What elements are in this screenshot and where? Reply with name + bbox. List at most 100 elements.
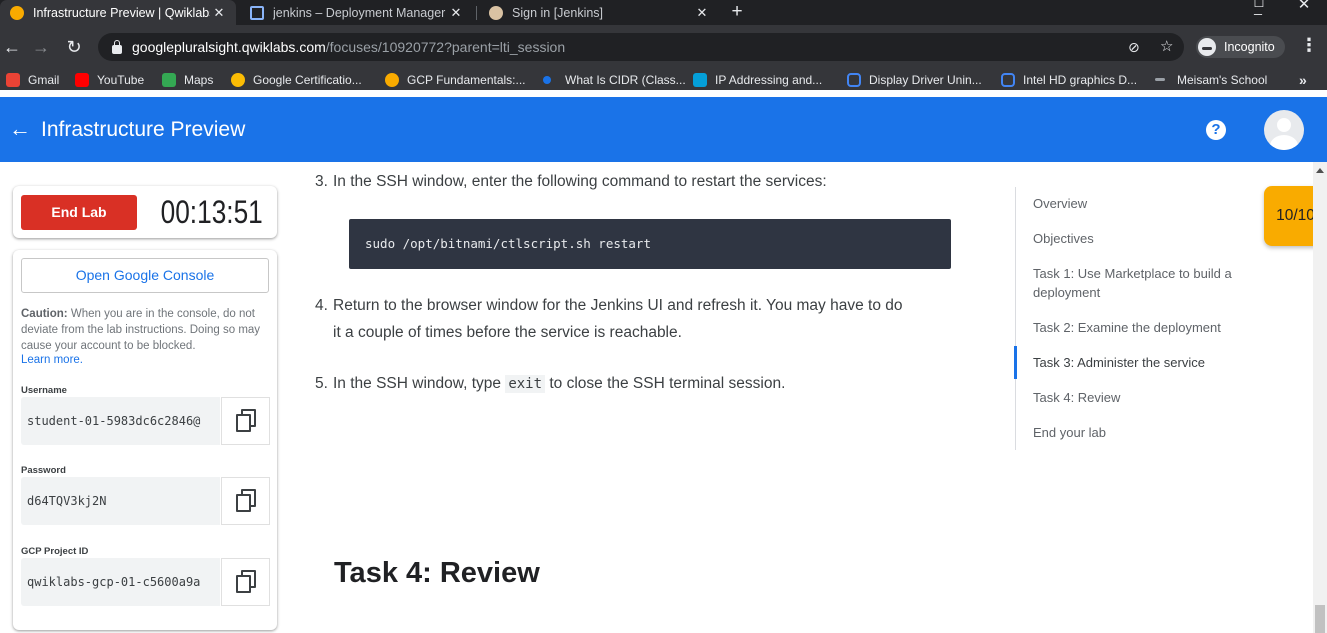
- eye-slash-icon[interactable]: ⊘: [1128, 39, 1140, 55]
- bookmark-label: GCP Fundamentals:...: [407, 72, 526, 87]
- toc-rail: [1015, 187, 1016, 450]
- bookmark-label: What Is CIDR (Class...: [565, 72, 686, 87]
- copy-username-button[interactable]: [221, 397, 270, 445]
- help-icon[interactable]: ?: [1206, 120, 1226, 140]
- address-bar[interactable]: googlepluralsight.qwiklabs.com /focuses/…: [98, 33, 1184, 61]
- toc-item-overview[interactable]: Overview: [1033, 194, 1253, 213]
- password-label: Password: [21, 465, 66, 476]
- toc-item-task-3[interactable]: Task 3: Administer the service: [1033, 353, 1253, 372]
- step-4: 4. Return to the browser window for the J…: [315, 292, 903, 346]
- bookmark-label: Google Certificatio...: [253, 72, 362, 87]
- back-arrow-icon[interactable]: ←: [9, 117, 31, 141]
- caution-text: Caution: When you are in the console, do…: [21, 306, 271, 354]
- lab-timer: 00:13:51: [160, 194, 263, 230]
- learn-more-link[interactable]: Learn more.: [21, 354, 83, 366]
- password-field[interactable]: d64TQV3kj2N: [21, 477, 220, 525]
- school-icon: [1155, 78, 1165, 81]
- tab-deployment-manager[interactable]: jenkins – Deployment Manager - ✕: [240, 0, 473, 25]
- more-bookmarks-icon[interactable]: »: [1299, 69, 1307, 90]
- toc-item-task-2[interactable]: Task 2: Examine the deployment: [1033, 318, 1253, 337]
- bookmark-meisams-school[interactable]: Meisam's School: [1155, 69, 1267, 90]
- open-console-button[interactable]: Open Google Console: [21, 258, 269, 293]
- step-number: 3.: [315, 173, 328, 190]
- cisco-icon: [693, 72, 707, 87]
- tab-qwiklabs[interactable]: Infrastructure Preview | Qwiklabs ✕: [0, 0, 236, 25]
- lock-icon: [112, 39, 122, 54]
- step-text: In the SSH window, enter the following c…: [333, 173, 827, 190]
- tab-title: jenkins – Deployment Manager -: [273, 5, 447, 20]
- maps-icon: [162, 72, 176, 87]
- step-text: Return to the browser window for the Jen…: [333, 297, 903, 314]
- qwiklabs-icon: [10, 5, 24, 20]
- close-tab-icon[interactable]: ✕: [693, 5, 711, 21]
- incognito-badge[interactable]: Incognito: [1196, 36, 1285, 58]
- gmail-icon: [6, 72, 20, 87]
- bookmark-label: Gmail: [28, 72, 60, 87]
- bookmark-google-cert[interactable]: Google Certificatio...: [231, 69, 362, 90]
- scrollbar-thumb[interactable]: [1315, 605, 1325, 633]
- task-heading: Task 4: Review: [334, 557, 540, 589]
- close-window-icon[interactable]: ✕: [1281, 0, 1327, 23]
- bookmark-gcp-fundamentals[interactable]: GCP Fundamentals:...: [385, 69, 526, 90]
- incognito-icon: [1198, 38, 1216, 56]
- page-title: Infrastructure Preview: [41, 118, 246, 141]
- bookmark-intel-hd[interactable]: Intel HD graphics D...: [1001, 69, 1137, 90]
- bookmark-youtube[interactable]: YouTube: [75, 69, 144, 90]
- incognito-label: Incognito: [1224, 40, 1275, 54]
- project-id-label: GCP Project ID: [21, 546, 89, 557]
- toc-item-task-1[interactable]: Task 1: Use Marketplace to build a deplo…: [1033, 264, 1248, 302]
- url-host: googlepluralsight.qwiklabs.com: [132, 39, 326, 55]
- username-field[interactable]: student-01-5983dc6c2846@: [21, 397, 220, 445]
- bookmark-label: Display Driver Unin...: [869, 72, 982, 87]
- avatar[interactable]: [1264, 110, 1304, 150]
- bookmark-ip-addressing[interactable]: IP Addressing and...: [693, 69, 822, 90]
- end-lab-button[interactable]: End Lab: [21, 195, 137, 230]
- scrollbar[interactable]: [1313, 162, 1327, 633]
- bookmark-display-driver[interactable]: Display Driver Unin...: [847, 69, 982, 90]
- copy-icon-front: [236, 575, 251, 593]
- bookmark-label: Maps: [184, 72, 214, 87]
- step-number: 4.: [315, 297, 328, 314]
- copy-icon-front: [236, 414, 251, 432]
- close-tab-icon[interactable]: ✕: [210, 5, 228, 21]
- toc-active-indicator: [1014, 346, 1017, 379]
- code-block[interactable]: sudo /opt/bitnami/ctlscript.sh restart: [349, 219, 951, 269]
- project-id-field[interactable]: qwiklabs-gcp-01-c5600a9a: [21, 558, 220, 606]
- cidr-icon: [543, 75, 551, 84]
- step-3: 3. In the SSH window, enter the following…: [315, 168, 827, 195]
- step-text: In the SSH window, type: [333, 375, 506, 392]
- tab-title: Infrastructure Preview | Qwiklabs: [33, 5, 210, 20]
- copy-icon-front: [236, 494, 251, 512]
- toc-item-task-4[interactable]: Task 4: Review: [1033, 388, 1253, 407]
- caution-label: Caution:: [21, 308, 68, 320]
- bookmark-label: IP Addressing and...: [715, 72, 823, 87]
- toc-item-objectives[interactable]: Objectives: [1033, 229, 1253, 248]
- google-cert-icon: [231, 72, 245, 87]
- bookmark-maps[interactable]: Maps: [162, 69, 213, 90]
- close-tab-icon[interactable]: ✕: [447, 5, 465, 21]
- url-path: /focuses/10920772?parent=lti_session: [325, 39, 566, 55]
- deployment-manager-icon: [250, 5, 264, 20]
- bookmark-label: YouTube: [97, 72, 145, 87]
- toc-item-end-lab[interactable]: End your lab: [1033, 423, 1253, 442]
- driver-icon: [847, 72, 861, 87]
- bookmark-cidr[interactable]: What Is CIDR (Class...: [540, 69, 686, 90]
- bookmark-label: Meisam's School: [1177, 72, 1268, 87]
- maximize-icon[interactable]: ☐: [1236, 0, 1282, 21]
- copy-password-button[interactable]: [221, 477, 270, 525]
- tab-jenkins[interactable]: Sign in [Jenkins] ✕: [479, 0, 719, 25]
- youtube-icon: [75, 72, 89, 87]
- step-number: 5.: [315, 375, 328, 392]
- scroll-up-arrow-icon[interactable]: [1316, 168, 1324, 173]
- browser-menu-icon[interactable]: ⋮: [1300, 35, 1318, 55]
- reload-icon[interactable]: ↻: [63, 36, 85, 58]
- step-5: 5. In the SSH window, type exit to close …: [315, 370, 785, 398]
- copy-project-id-button[interactable]: [221, 558, 270, 606]
- new-tab-button[interactable]: +: [727, 0, 747, 25]
- forward-icon[interactable]: →: [30, 36, 52, 58]
- bookmark-gmail[interactable]: Gmail: [6, 69, 59, 90]
- back-icon[interactable]: ←: [1, 36, 23, 58]
- bookmark-star-icon[interactable]: ☆: [1160, 39, 1173, 55]
- intel-icon: [1001, 72, 1015, 87]
- inline-code: exit: [505, 375, 546, 393]
